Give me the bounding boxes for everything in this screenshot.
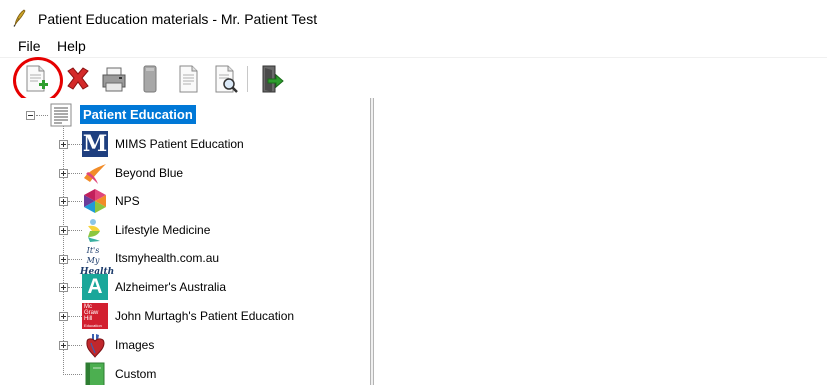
expand-toggle-lifestyle-medicine[interactable] <box>59 226 68 235</box>
tree-connector-line <box>68 287 82 288</box>
tree-connector-line <box>36 115 48 116</box>
new-document-button[interactable] <box>22 63 52 95</box>
quill-pen-icon <box>13 9 26 27</box>
window-title: Patient Education materials - Mr. Patien… <box>38 11 318 27</box>
menu-bar: File Help <box>0 36 827 56</box>
tree-item-nps[interactable]: NPS <box>115 194 140 208</box>
tree-item-beyond-blue[interactable]: Beyond Blue <box>115 166 183 180</box>
toolbar <box>0 57 827 98</box>
tree-connector-line <box>68 173 82 174</box>
print-icon <box>102 67 126 92</box>
tree-item-custom[interactable]: Custom <box>115 367 156 381</box>
tree-item-john-murtagh[interactable]: John Murtagh's Patient Education <box>115 309 294 323</box>
anatomy-heart-icon <box>86 334 105 358</box>
delete-button[interactable] <box>63 63 93 95</box>
tree-item-mims-patient-education[interactable]: MIMS Patient Education <box>115 137 244 151</box>
expand-toggle-images[interactable] <box>59 341 68 350</box>
tree-connector-line <box>68 201 82 202</box>
blank-icon <box>143 65 157 93</box>
document-button[interactable] <box>174 63 204 95</box>
mcgraw-hill-logo-icon: Mc Graw Hill Education <box>82 303 108 329</box>
exit-icon <box>262 65 284 93</box>
tree-connector-line <box>68 144 82 145</box>
itsmyhealth-logo-text-top: It's My <box>86 246 100 265</box>
tree-connector-line <box>63 120 64 375</box>
menu-help[interactable]: Help <box>55 38 88 54</box>
blank-button[interactable] <box>136 63 166 95</box>
title-bar: Patient Education materials - Mr. Patien… <box>0 0 827 36</box>
new-document-icon <box>26 65 48 92</box>
nps-logo-icon <box>84 189 106 213</box>
content-panel <box>374 98 827 385</box>
print-preview-icon <box>215 65 238 93</box>
tree-item-lifestyle-medicine[interactable]: Lifestyle Medicine <box>115 223 210 237</box>
exit-button[interactable] <box>256 63 286 95</box>
expand-toggle-nps[interactable] <box>59 197 68 206</box>
toolbar-separator <box>247 66 248 92</box>
green-book-icon <box>85 362 105 385</box>
alzheimers-logo-icon: A <box>82 274 108 300</box>
tree-root-label[interactable]: Patient Education <box>80 105 196 124</box>
delete-icon <box>67 67 89 90</box>
tree-connector-line <box>68 345 82 346</box>
document-icon <box>179 65 198 93</box>
print-preview-button[interactable] <box>211 63 241 95</box>
expand-toggle-beyond-blue[interactable] <box>59 169 68 178</box>
tree-item-alzheimers-australia[interactable]: Alzheimer's Australia <box>115 280 226 294</box>
tree-view[interactable]: Patient Education M MIMS Patient Educati… <box>0 98 370 385</box>
tree-item-images[interactable]: Images <box>115 338 154 352</box>
tree-connector-line <box>68 316 82 317</box>
tree-connector-line <box>68 230 82 231</box>
beyond-blue-logo-icon <box>84 164 106 184</box>
tree-root-icon <box>50 103 72 127</box>
expand-toggle-alzheimers[interactable] <box>59 283 68 292</box>
mcgraw-hill-logo-text: Education <box>84 322 102 328</box>
tree-item-itsmyhealth[interactable]: Itsmyhealth.com.au <box>115 251 219 265</box>
root-collapse-toggle[interactable] <box>26 111 35 120</box>
print-button[interactable] <box>99 63 129 95</box>
tree-connector-line <box>63 374 82 375</box>
expand-toggle-itsmyhealth[interactable] <box>59 255 68 264</box>
lifestyle-medicine-logo-icon <box>88 219 100 242</box>
itsmyhealth-logo-icon: It's My Health <box>80 246 114 277</box>
mims-logo-icon: M <box>82 131 108 157</box>
expand-toggle-mims[interactable] <box>59 140 68 149</box>
expand-toggle-john-murtagh[interactable] <box>59 312 68 321</box>
menu-file[interactable]: File <box>16 38 43 54</box>
